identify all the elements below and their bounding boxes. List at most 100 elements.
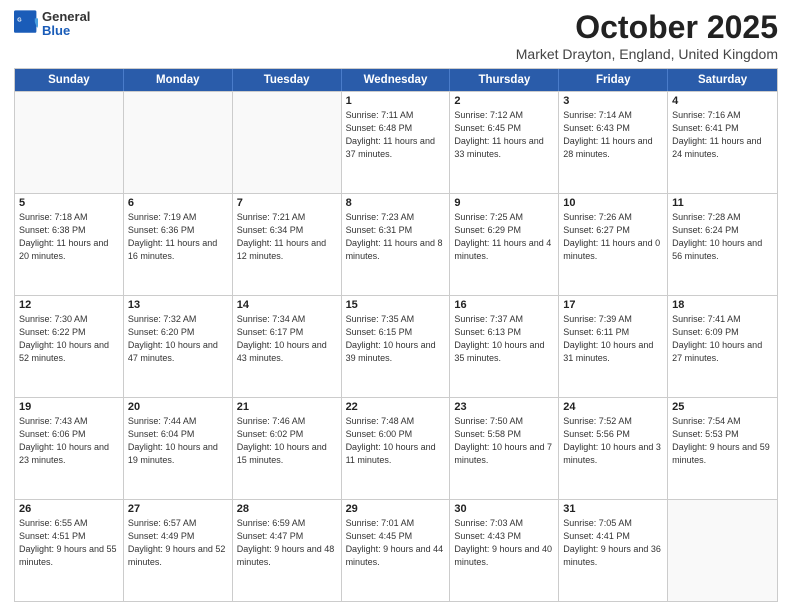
- empty-cell-0-2: [233, 92, 342, 193]
- day-cell-15: 15 Sunrise: 7:35 AM Sunset: 6:15 PM Dayli…: [342, 296, 451, 397]
- day-cell-2: 2Sunrise: 7:12 AM Sunset: 6:45 PM Daylig…: [450, 92, 559, 193]
- day-number: 16: [454, 299, 554, 311]
- day-cell-25: 25Sunrise: 7:54 AM Sunset: 5:53 PM Dayli…: [668, 398, 777, 499]
- day-info: Sunrise: 7:37 AM Sunset: 6:13 PM Dayligh…: [454, 313, 554, 365]
- week-row-1: 1 Sunrise: 7:11 AM Sunset: 6:48 PM Daylig…: [15, 91, 777, 193]
- week-row-5: 26 Sunrise: 6:55 AM Sunset: 4:51 PM Dayli…: [15, 499, 777, 601]
- day-info: Sunrise: 7:18 AM Sunset: 6:38 PM Dayligh…: [19, 211, 119, 263]
- day-info: Sunrise: 6:57 AM Sunset: 4:49 PM Dayligh…: [128, 517, 228, 569]
- day-number: 30: [454, 503, 554, 515]
- day-cell-20: 20Sunrise: 7:44 AM Sunset: 6:04 PM Dayli…: [124, 398, 233, 499]
- day-cell-11: 11 Sunrise: 7:28 AM Sunset: 6:24 PM Dayli…: [668, 194, 777, 295]
- title-block: October 2025 Market Drayton, England, Un…: [516, 10, 778, 62]
- header-sunday: Sunday: [15, 69, 124, 91]
- day-cell-7: 7 Sunrise: 7:21 AM Sunset: 6:34 PM Daylig…: [233, 194, 342, 295]
- day-number: 6: [128, 197, 228, 209]
- day-cell-10: 10 Sunrise: 7:26 AM Sunset: 6:27 PM Dayli…: [559, 194, 668, 295]
- day-info: Sunrise: 7:11 AM Sunset: 6:48 PM Dayligh…: [346, 109, 446, 161]
- day-number: 23: [454, 401, 554, 413]
- day-cell-28: 28 Sunrise: 6:59 AM Sunset: 4:47 PM Dayli…: [233, 500, 342, 601]
- day-number: 4: [672, 95, 773, 107]
- day-number: 1: [346, 95, 446, 107]
- calendar-header: Sunday Monday Tuesday Wednesday Thursday…: [15, 69, 777, 91]
- day-number: 18: [672, 299, 773, 311]
- day-number: 3: [563, 95, 663, 107]
- day-info: Sunrise: 7:03 AM Sunset: 4:43 PM Dayligh…: [454, 517, 554, 569]
- day-info: Sunrise: 7:46 AM Sunset: 6:02 PM Dayligh…: [237, 415, 337, 467]
- day-cell-1: 1 Sunrise: 7:11 AM Sunset: 6:48 PM Daylig…: [342, 92, 451, 193]
- day-number: 11: [672, 197, 773, 209]
- day-number: 26: [19, 503, 119, 515]
- day-number: 24: [563, 401, 663, 413]
- day-number: 15: [346, 299, 446, 311]
- location: Market Drayton, England, United Kingdom: [516, 46, 778, 62]
- header-friday: Friday: [559, 69, 668, 91]
- day-cell-21: 21Sunrise: 7:46 AM Sunset: 6:02 PM Dayli…: [233, 398, 342, 499]
- logo-icon: G: [14, 10, 38, 38]
- day-cell-29: 29Sunrise: 7:01 AM Sunset: 4:45 PM Dayli…: [342, 500, 451, 601]
- calendar-body: 1 Sunrise: 7:11 AM Sunset: 6:48 PM Daylig…: [15, 91, 777, 601]
- day-number: 17: [563, 299, 663, 311]
- logo-general: General: [42, 10, 90, 24]
- day-info: Sunrise: 6:55 AM Sunset: 4:51 PM Dayligh…: [19, 517, 119, 569]
- month-title: October 2025: [516, 10, 778, 45]
- day-info: Sunrise: 7:34 AM Sunset: 6:17 PM Dayligh…: [237, 313, 337, 365]
- empty-cell-4-6: [668, 500, 777, 601]
- header-tuesday: Tuesday: [233, 69, 342, 91]
- day-info: Sunrise: 7:19 AM Sunset: 6:36 PM Dayligh…: [128, 211, 228, 263]
- day-cell-14: 14Sunrise: 7:34 AM Sunset: 6:17 PM Dayli…: [233, 296, 342, 397]
- day-info: Sunrise: 7:25 AM Sunset: 6:29 PM Dayligh…: [454, 211, 554, 263]
- header-saturday: Saturday: [668, 69, 777, 91]
- day-number: 27: [128, 503, 228, 515]
- empty-cell-0-1: [124, 92, 233, 193]
- day-cell-23: 23 Sunrise: 7:50 AM Sunset: 5:58 PM Dayli…: [450, 398, 559, 499]
- day-number: 7: [237, 197, 337, 209]
- day-cell-22: 22 Sunrise: 7:48 AM Sunset: 6:00 PM Dayli…: [342, 398, 451, 499]
- day-cell-8: 8Sunrise: 7:23 AM Sunset: 6:31 PM Daylig…: [342, 194, 451, 295]
- day-info: Sunrise: 7:32 AM Sunset: 6:20 PM Dayligh…: [128, 313, 228, 365]
- calendar: Sunday Monday Tuesday Wednesday Thursday…: [14, 68, 778, 602]
- day-cell-5: 5Sunrise: 7:18 AM Sunset: 6:38 PM Daylig…: [15, 194, 124, 295]
- day-info: Sunrise: 7:35 AM Sunset: 6:15 PM Dayligh…: [346, 313, 446, 365]
- header-wednesday: Wednesday: [342, 69, 451, 91]
- day-cell-13: 13 Sunrise: 7:32 AM Sunset: 6:20 PM Dayli…: [124, 296, 233, 397]
- empty-cell-0-0: [15, 92, 124, 193]
- logo-blue: Blue: [42, 24, 90, 38]
- day-info: Sunrise: 6:59 AM Sunset: 4:47 PM Dayligh…: [237, 517, 337, 569]
- day-cell-24: 24 Sunrise: 7:52 AM Sunset: 5:56 PM Dayli…: [559, 398, 668, 499]
- day-number: 19: [19, 401, 119, 413]
- day-number: 28: [237, 503, 337, 515]
- day-cell-27: 27 Sunrise: 6:57 AM Sunset: 4:49 PM Dayli…: [124, 500, 233, 601]
- logo: G General Blue: [14, 10, 90, 39]
- day-number: 29: [346, 503, 446, 515]
- day-number: 13: [128, 299, 228, 311]
- day-cell-30: 30 Sunrise: 7:03 AM Sunset: 4:43 PM Dayli…: [450, 500, 559, 601]
- day-info: Sunrise: 7:05 AM Sunset: 4:41 PM Dayligh…: [563, 517, 663, 569]
- day-number: 10: [563, 197, 663, 209]
- week-row-2: 5Sunrise: 7:18 AM Sunset: 6:38 PM Daylig…: [15, 193, 777, 295]
- day-cell-9: 9 Sunrise: 7:25 AM Sunset: 6:29 PM Daylig…: [450, 194, 559, 295]
- day-number: 20: [128, 401, 228, 413]
- header-monday: Monday: [124, 69, 233, 91]
- day-info: Sunrise: 7:16 AM Sunset: 6:41 PM Dayligh…: [672, 109, 773, 161]
- day-number: 22: [346, 401, 446, 413]
- day-info: Sunrise: 7:50 AM Sunset: 5:58 PM Dayligh…: [454, 415, 554, 467]
- day-info: Sunrise: 7:41 AM Sunset: 6:09 PM Dayligh…: [672, 313, 773, 365]
- day-info: Sunrise: 7:21 AM Sunset: 6:34 PM Dayligh…: [237, 211, 337, 263]
- day-info: Sunrise: 7:48 AM Sunset: 6:00 PM Dayligh…: [346, 415, 446, 467]
- day-cell-6: 6 Sunrise: 7:19 AM Sunset: 6:36 PM Daylig…: [124, 194, 233, 295]
- day-number: 12: [19, 299, 119, 311]
- day-info: Sunrise: 7:28 AM Sunset: 6:24 PM Dayligh…: [672, 211, 773, 263]
- day-info: Sunrise: 7:26 AM Sunset: 6:27 PM Dayligh…: [563, 211, 663, 263]
- day-cell-26: 26 Sunrise: 6:55 AM Sunset: 4:51 PM Dayli…: [15, 500, 124, 601]
- page-header: G General Blue October 2025 Market Drayt…: [14, 10, 778, 62]
- day-cell-18: 18 Sunrise: 7:41 AM Sunset: 6:09 PM Dayli…: [668, 296, 777, 397]
- day-number: 25: [672, 401, 773, 413]
- day-number: 2: [454, 95, 554, 107]
- day-cell-31: 31Sunrise: 7:05 AM Sunset: 4:41 PM Dayli…: [559, 500, 668, 601]
- week-row-4: 19Sunrise: 7:43 AM Sunset: 6:06 PM Dayli…: [15, 397, 777, 499]
- day-info: Sunrise: 7:52 AM Sunset: 5:56 PM Dayligh…: [563, 415, 663, 467]
- day-cell-16: 16 Sunrise: 7:37 AM Sunset: 6:13 PM Dayli…: [450, 296, 559, 397]
- day-number: 9: [454, 197, 554, 209]
- day-cell-12: 12Sunrise: 7:30 AM Sunset: 6:22 PM Dayli…: [15, 296, 124, 397]
